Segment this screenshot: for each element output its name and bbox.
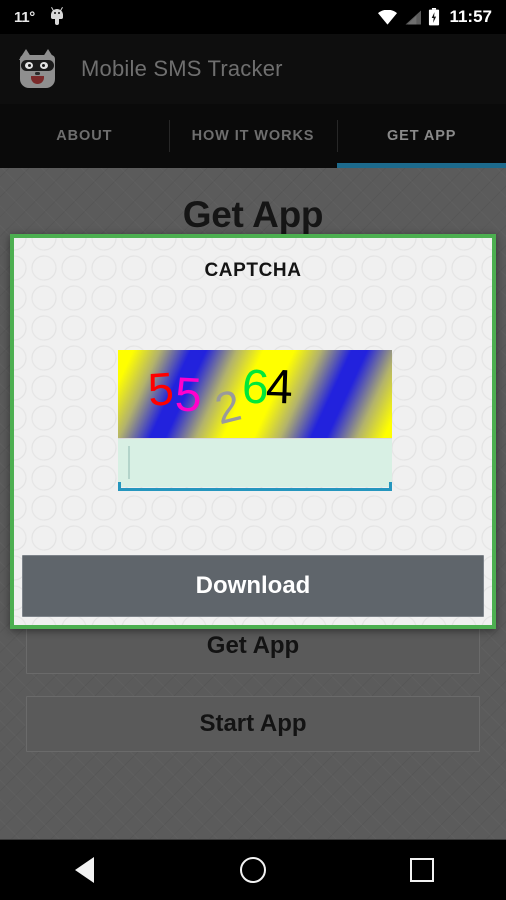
captcha-image: 55264 [118,350,392,439]
page-title: Get App [182,194,324,235]
app-title: Mobile SMS Tracker [81,56,283,81]
wifi-icon [378,9,398,25]
tab-how-it-works-label: HOW IT WORKS [191,128,315,144]
signal-icon [405,10,422,24]
page-button-list: Get App Start App [26,618,480,774]
android-robot-icon [49,7,65,26]
download-button[interactable]: Download [22,555,484,617]
captcha-input[interactable] [118,439,392,487]
status-icons-group: 11:57 [378,7,492,27]
tab-about[interactable]: ABOUT [0,104,169,168]
tab-get-app[interactable]: GET APP [337,104,506,168]
download-button-label: Download [195,572,311,599]
app-bar: Mobile SMS Tracker [0,34,506,104]
tab-active-indicator [337,163,506,168]
recents-button[interactable] [387,840,457,900]
home-button[interactable] [218,840,288,900]
back-triangle-icon [74,857,94,883]
phone-screen: 11° 11:57 Mobile SMS Tracker ABOUT HOW I… [0,0,506,900]
recents-square-icon [409,858,434,882]
temperature-label: 11° [14,8,35,26]
captcha-area: 55264 [118,350,392,491]
captcha-dialog: CAPTCHA 55264 Download [10,234,496,629]
dialog-title: CAPTCHA [204,260,302,281]
back-button[interactable] [49,840,119,900]
get-app-button-label: Get App [206,632,300,659]
captcha-input-wrapper[interactable] [118,439,392,491]
input-underline [118,482,392,491]
clock-label: 11:57 [449,7,492,26]
start-app-button[interactable]: Start App [26,696,480,752]
captcha-char-0: 5 [146,362,176,416]
android-nav-bar [0,839,506,900]
tab-bar: ABOUT HOW IT WORKS GET APP [0,104,506,168]
status-bar: 11° 11:57 [0,0,506,34]
tab-get-app-label: GET APP [386,128,457,144]
tab-about-label: ABOUT [56,128,113,144]
raccoon-mascot-icon [16,48,59,91]
battery-charging-icon [429,8,440,26]
start-app-button-label: Start App [199,710,307,737]
home-circle-icon [239,857,266,883]
tab-how-it-works[interactable]: HOW IT WORKS [168,104,338,168]
captcha-char-4: 4 [265,360,294,415]
captcha-char-1: 5 [173,368,204,423]
